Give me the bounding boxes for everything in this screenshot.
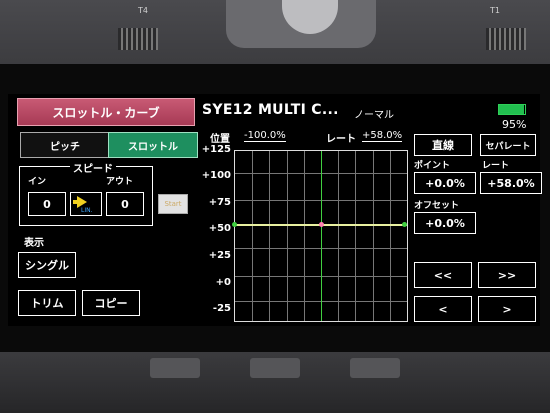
rate-value: +58.0% bbox=[362, 130, 403, 142]
hardware-button-2[interactable] bbox=[250, 358, 300, 378]
speed-in-button[interactable]: 0 bbox=[28, 192, 66, 216]
grid-line bbox=[252, 151, 253, 321]
speed-out-button[interactable]: 0 bbox=[106, 192, 144, 216]
y-tick-label: -25 bbox=[212, 303, 231, 314]
y-axis: +125 +100 +75 +50 +25 +0 -25 bbox=[201, 144, 235, 320]
speed-title: スピード bbox=[70, 160, 116, 175]
offset-value-button[interactable]: +0.0% bbox=[414, 212, 476, 234]
lin-label: LIN. bbox=[81, 207, 93, 214]
y-tick-label: +125 bbox=[201, 144, 231, 155]
hardware-button-3[interactable] bbox=[350, 358, 400, 378]
curve-point-center[interactable] bbox=[319, 222, 324, 227]
grid-line bbox=[304, 151, 305, 321]
rate-label: レート bbox=[326, 134, 356, 145]
battery-fill bbox=[499, 105, 524, 114]
point-value-button[interactable]: +0.0% bbox=[414, 172, 476, 194]
nav-last-button[interactable]: >> bbox=[478, 262, 536, 288]
lcd-screen: スロットル・カーブ SYE12 MULTI C... ノーマル 95% ピッチ … bbox=[8, 94, 542, 326]
curve-graph[interactable] bbox=[232, 150, 408, 322]
t4-label: T4 bbox=[138, 6, 148, 15]
grid-line bbox=[338, 151, 339, 321]
model-name: SYE12 MULTI C... bbox=[202, 102, 339, 118]
point-rate-label: レート bbox=[482, 161, 510, 171]
speed-out-label: アウト bbox=[106, 177, 134, 187]
y-tick-label: +25 bbox=[208, 250, 231, 261]
nav-next-button[interactable]: > bbox=[478, 296, 536, 322]
link-button[interactable]: LIN. bbox=[70, 192, 102, 216]
single-button[interactable]: シングル bbox=[18, 252, 76, 278]
hardware-button-1[interactable] bbox=[150, 358, 200, 378]
y-tick-label: +100 bbox=[201, 170, 231, 181]
offset-label: オフセット bbox=[414, 201, 460, 211]
curve-point-left[interactable] bbox=[232, 222, 237, 227]
center-marker-line bbox=[321, 151, 322, 321]
straight-button[interactable]: 直線 bbox=[414, 134, 472, 156]
position-value: -100.0% bbox=[244, 130, 286, 142]
trim-lever-t4[interactable] bbox=[118, 28, 158, 50]
rate-value-button[interactable]: +58.0% bbox=[480, 172, 542, 194]
copy-button[interactable]: コピー bbox=[82, 290, 140, 316]
display-label: 表示 bbox=[24, 238, 44, 249]
trim-button[interactable]: トリム bbox=[18, 290, 76, 316]
curve-point-right[interactable] bbox=[402, 222, 407, 227]
nav-first-button[interactable]: << bbox=[414, 262, 472, 288]
separate-button[interactable]: セパレート bbox=[480, 134, 536, 156]
nav-prev-button[interactable]: < bbox=[414, 296, 472, 322]
start-button[interactable]: Start bbox=[158, 194, 188, 214]
grid-line bbox=[373, 151, 374, 321]
grid-line bbox=[269, 151, 270, 321]
y-tick-label: +75 bbox=[208, 197, 231, 208]
tab-throttle[interactable]: スロットル bbox=[108, 132, 198, 158]
grid-line bbox=[287, 151, 288, 321]
battery-icon bbox=[498, 104, 526, 115]
grid-line bbox=[355, 151, 356, 321]
condition-label: ノーマル bbox=[354, 110, 394, 121]
tab-pitch[interactable]: ピッチ bbox=[20, 132, 110, 158]
trim-lever-t1[interactable] bbox=[486, 28, 526, 50]
position-label: 位置 bbox=[210, 134, 230, 145]
grid-line bbox=[390, 151, 391, 321]
y-tick-label: +50 bbox=[208, 223, 231, 234]
battery-percent: 95% bbox=[502, 118, 527, 131]
point-label: ポイント bbox=[414, 161, 451, 171]
t1-label: T1 bbox=[490, 6, 500, 15]
screen-title-button[interactable]: スロットル・カーブ bbox=[17, 98, 195, 126]
y-tick-label: +0 bbox=[215, 277, 231, 288]
speed-in-label: イン bbox=[28, 177, 47, 187]
